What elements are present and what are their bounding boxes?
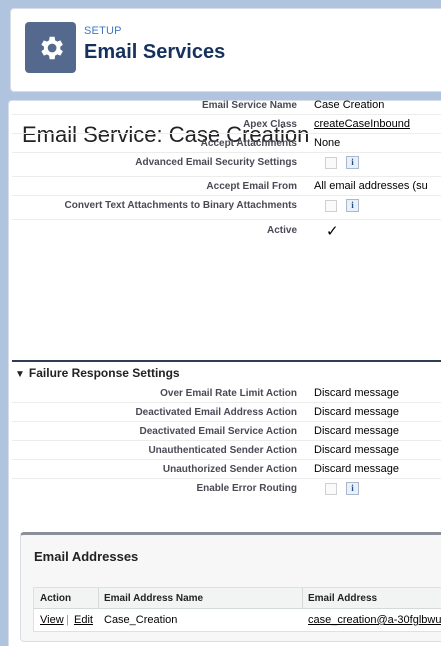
detail-label: Deactivated Email Address Action <box>135 407 297 418</box>
view-link[interactable]: View <box>40 614 64 626</box>
detail-label: Deactivated Email Service Action <box>139 426 297 437</box>
detail-label: Email Service Name <box>201 100 297 111</box>
info-icon[interactable]: i <box>346 199 359 212</box>
detail-label: Enable Error Routing <box>196 483 297 494</box>
detail-row-apex-class: Apex Class createCaseInbound <box>12 115 441 134</box>
apex-class-link[interactable]: createCaseInbound <box>314 118 410 130</box>
detail-label: Accept Email From <box>206 181 297 192</box>
detail-label: Unauthorized Sender Action <box>162 464 297 475</box>
failure-table: Over Email Rate Limit Action Discard mes… <box>12 384 441 503</box>
detail-label: Apex Class <box>243 119 297 130</box>
email-addresses-title: Email Addresses <box>34 549 139 564</box>
failure-row: Unauthorized Sender Action Discard messa… <box>12 460 441 479</box>
detail-value: Discard message <box>314 406 399 418</box>
detail-value: Discard message <box>314 463 399 475</box>
detail-value: Case Creation <box>314 99 385 111</box>
failure-row: Deactivated Email Service Action Discard… <box>12 422 441 441</box>
table-row: View | Edit Case_Creation case_creation@… <box>34 609 441 631</box>
detail-value: Discard message <box>314 425 399 437</box>
setup-header: SETUP Email Services <box>10 8 441 92</box>
page-header-title: Email Services <box>84 41 226 63</box>
detail-row-active: Active ✓ <box>12 220 441 246</box>
convert-attachments-checkbox <box>325 199 337 212</box>
detail-value: Discard message <box>314 444 399 456</box>
detail-value: None <box>314 137 341 149</box>
edit-link[interactable]: Edit <box>74 614 93 626</box>
advanced-security-checkbox <box>325 156 337 169</box>
detail-row-accept-from: Accept Email From All email addresses (s… <box>12 177 441 196</box>
detail-row-convert-attachments: Convert Text Attachments to Binary Attac… <box>12 196 441 220</box>
gear-icon <box>25 22 76 73</box>
email-address-name: Case_Creation <box>104 614 178 626</box>
section-title: Failure Response Settings <box>28 366 180 380</box>
action-separator: | <box>66 614 69 626</box>
info-icon[interactable]: i <box>346 156 359 169</box>
email-address-link[interactable]: case_creation@a-30fglbwu <box>308 614 441 626</box>
detail-label: Advanced Email Security Settings <box>135 157 297 168</box>
failure-row: Deactivated Email Address Action Discard… <box>12 403 441 422</box>
failure-row-error-routing: Enable Error Routing i <box>12 479 441 503</box>
column-header-action: Action <box>40 593 72 604</box>
email-addresses-table: Action Email Address Name Email Address … <box>33 587 441 632</box>
failure-row: Unauthenticated Sender Action Discard me… <box>12 441 441 460</box>
failure-row: Over Email Rate Limit Action Discard mes… <box>12 384 441 403</box>
detail-label: Over Email Rate Limit Action <box>160 388 297 399</box>
detail-label: Convert Text Attachments to Binary Attac… <box>64 200 297 211</box>
detail-label: Unauthenticated Sender Action <box>148 445 297 456</box>
detail-label: Accept Attachments <box>200 138 297 149</box>
detail-table: Email Service Name Case Creation Apex Cl… <box>12 96 441 246</box>
column-header-address: Email Address <box>308 593 378 604</box>
detail-value: All email addresses (su <box>314 180 428 192</box>
detail-label: Active <box>266 225 297 236</box>
active-checkmark-icon: ✓ <box>326 223 339 240</box>
collapse-triangle-icon[interactable]: ▼ <box>15 369 25 380</box>
detail-row-advanced-security: Advanced Email Security Settings i <box>12 153 441 177</box>
detail-row-accept-attachments: Accept Attachments None <box>12 134 441 153</box>
detail-row-service-name: Email Service Name Case Creation <box>12 96 441 115</box>
failure-section-header[interactable]: ▼ Failure Response Settings <box>12 360 441 382</box>
column-header-name: Email Address Name <box>104 593 204 604</box>
info-icon[interactable]: i <box>346 482 359 495</box>
email-addresses-panel: Email Addresses Action Email Address Nam… <box>20 532 441 642</box>
table-header: Action Email Address Name Email Address <box>34 588 441 609</box>
error-routing-checkbox <box>325 482 337 495</box>
setup-kicker: SETUP <box>84 25 122 37</box>
detail-value: Discard message <box>314 387 399 399</box>
